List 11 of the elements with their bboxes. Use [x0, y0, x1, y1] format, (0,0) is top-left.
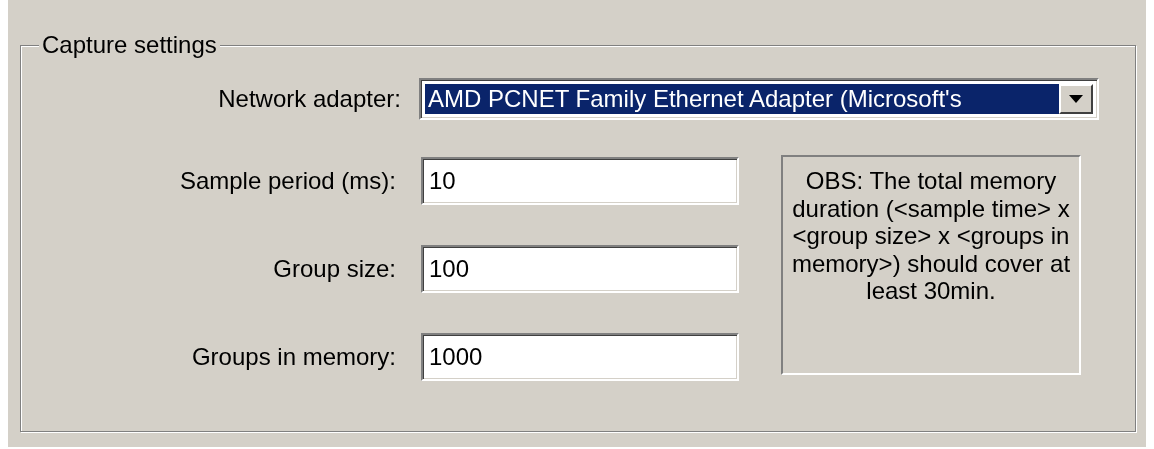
field-label: Network adapter:: [217, 84, 401, 114]
input-field[interactable]: 100: [421, 245, 739, 293]
dropdown-button[interactable]: [1059, 84, 1093, 114]
field-label: Group size:: [272, 254, 396, 284]
adapter-dropdown[interactable]: AMD PCNET Family Ethernet Adapter (Microsoft's: [419, 78, 1099, 120]
input-field[interactable]: 1000: [421, 333, 739, 381]
field-label: Sample period (ms):: [178, 166, 396, 196]
field-label: Groups in memory:: [190, 342, 396, 372]
note-text: OBS: The total memory duration (<sample time> x <group size> x <groups in memory>) should cover at least 30min.: [781, 155, 1081, 375]
caret-icon: [1069, 95, 1083, 103]
input-field[interactable]: 10: [421, 157, 739, 205]
